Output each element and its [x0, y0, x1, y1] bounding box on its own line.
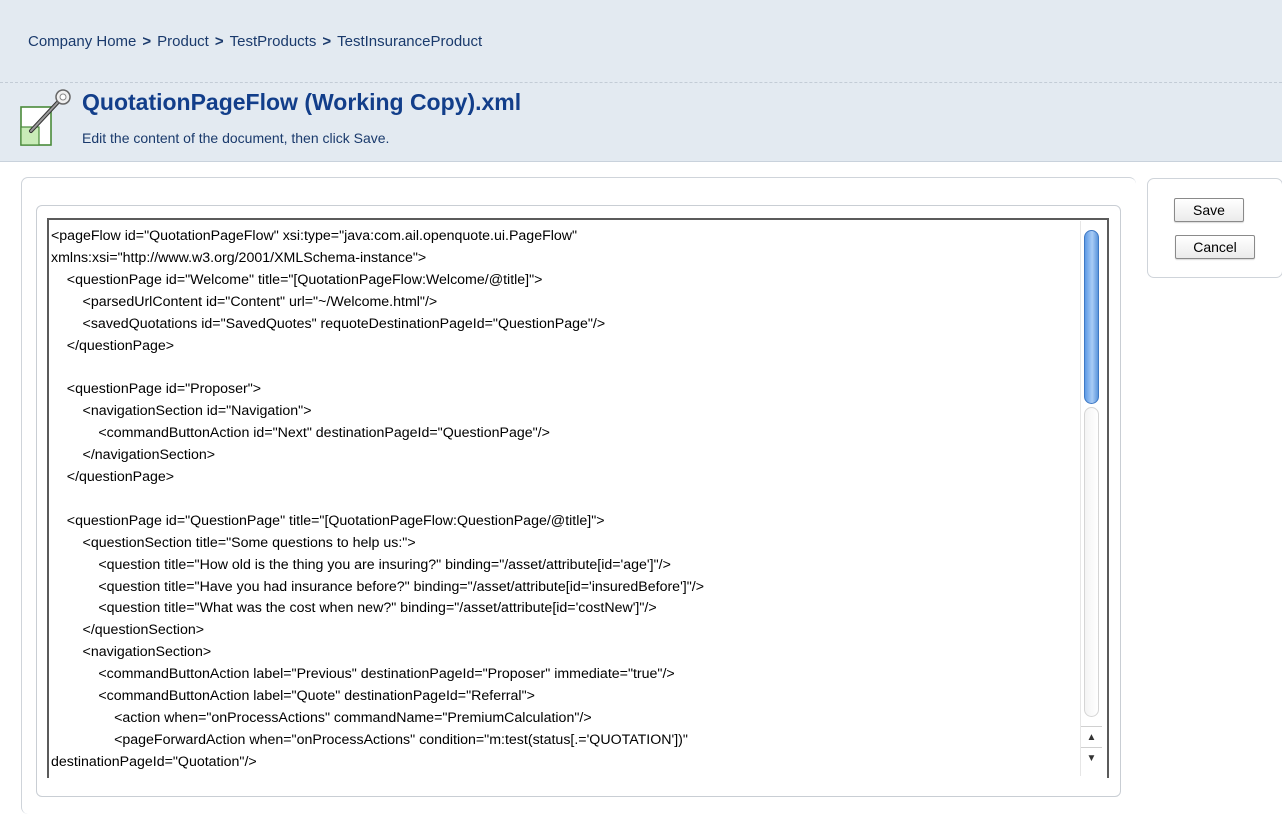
- breadcrumb-bar: Company Home > Product > TestProducts > TestIn…: [0, 0, 1282, 83]
- page-title: QuotationPageFlow (Working Copy).xml: [82, 89, 522, 115]
- content-textarea[interactable]: <pageFlow id="QuotationPageFlow" xsi:typ…: [47, 218, 1109, 778]
- actions-panel: [1147, 178, 1282, 278]
- document-content[interactable]: <pageFlow id="QuotationPageFlow" xsi:typ…: [51, 226, 1079, 774]
- vertical-scrollbar[interactable]: ▲ ▼: [1080, 221, 1102, 776]
- scrollbar-thumb[interactable]: [1084, 230, 1099, 404]
- scroll-up-arrow-icon[interactable]: ▲: [1081, 726, 1102, 747]
- page-subtitle: Edit the content of the document, then c…: [82, 130, 390, 146]
- scrollbar-track[interactable]: [1084, 407, 1099, 717]
- save-button[interactable]: Save: [1174, 198, 1244, 222]
- breadcrumb-separator: >: [322, 33, 332, 50]
- breadcrumb-product[interactable]: Product: [157, 33, 209, 50]
- breadcrumb-testinsuranceproduct[interactable]: TestInsuranceProduct: [337, 33, 482, 50]
- scroll-down-arrow-icon[interactable]: ▼: [1081, 747, 1102, 768]
- breadcrumb-testproducts[interactable]: TestProducts: [230, 33, 317, 50]
- cancel-button[interactable]: Cancel: [1175, 235, 1255, 259]
- breadcrumb-company-home[interactable]: Company Home: [28, 33, 136, 50]
- breadcrumb-separator: >: [214, 33, 224, 50]
- breadcrumb: Company Home > Product > TestProducts > TestIn…: [28, 33, 482, 50]
- breadcrumb-separator: >: [142, 33, 152, 50]
- edit-document-icon: [20, 89, 71, 146]
